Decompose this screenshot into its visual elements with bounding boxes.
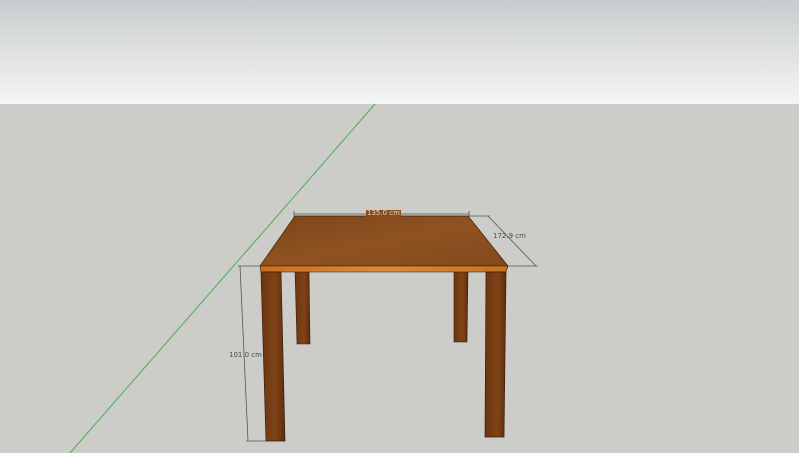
model-scene[interactable]: [0, 0, 799, 453]
table-leg-back-left: [294, 269, 311, 345]
height-dimension-label: 101.0 cm: [229, 351, 262, 359]
depth-dimension-label: 172.9 cm: [493, 232, 526, 240]
sky-background: [0, 0, 799, 104]
3d-viewport[interactable]: 135.0 cm 172.9 cm 101.0 cm: [0, 0, 799, 453]
tabletop-front-edge: [259, 265, 509, 273]
tabletop-surface[interactable]: [259, 215, 509, 267]
ground-plane: [0, 104, 799, 453]
width-dimension-label: 135.0 cm: [366, 209, 401, 217]
table-leg-back-right: [453, 269, 469, 343]
table-leg-front-right: [484, 271, 507, 438]
